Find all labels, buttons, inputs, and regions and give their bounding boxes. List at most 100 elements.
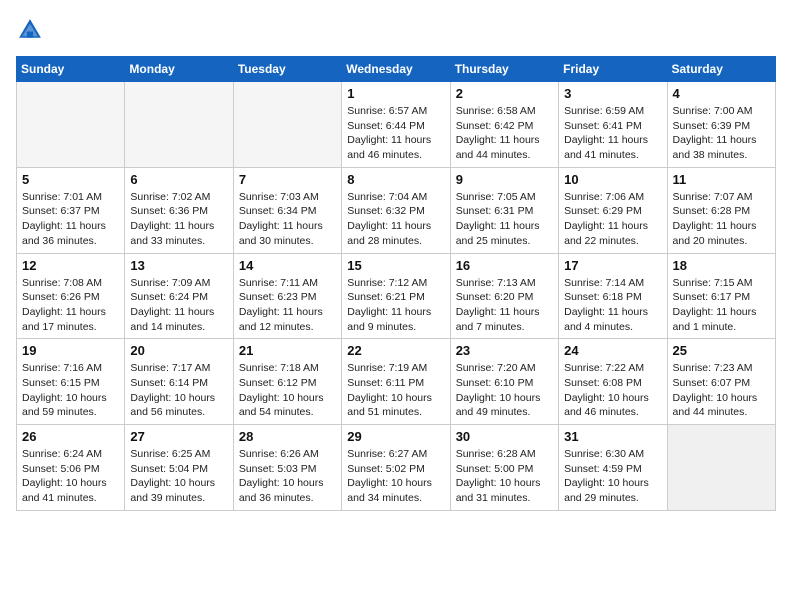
calendar-week-row: 19 Sunrise: 7:16 AM Sunset: 6:15 PM Dayli… [17, 339, 776, 425]
calendar-cell: 19 Sunrise: 7:16 AM Sunset: 6:15 PM Dayli… [17, 339, 125, 425]
day-info: Sunrise: 7:19 AM Sunset: 6:11 PM Dayligh… [347, 361, 444, 420]
calendar-cell: 17Sunrise: 7:14 AM Sunset: 6:18 PM Dayli… [559, 253, 667, 339]
calendar-cell: 3 Sunrise: 6:59 AM Sunset: 6:41 PM Daylig… [559, 82, 667, 168]
calendar-cell [667, 425, 775, 511]
calendar-cell: 4Sunrise: 7:00 AM Sunset: 6:39 PM Daylig… [667, 82, 775, 168]
day-number: 10 [564, 172, 661, 187]
day-info: Sunrise: 7:01 AM Sunset: 6:37 PM Dayligh… [22, 190, 119, 249]
day-number: 30 [456, 429, 553, 444]
calendar: SundayMondayTuesdayWednesdayThursdayFrid… [16, 56, 776, 511]
calendar-header-thursday: Thursday [450, 57, 558, 82]
day-number: 29 [347, 429, 444, 444]
day-number: 3 [564, 86, 661, 101]
day-info: Sunrise: 6:26 AM Sunset: 5:03 PM Dayligh… [239, 447, 336, 506]
calendar-cell: 24 Sunrise: 7:22 AM Sunset: 6:08 PM Dayli… [559, 339, 667, 425]
day-info: Sunrise: 7:06 AM Sunset: 6:29 PM Dayligh… [564, 190, 661, 249]
logo-icon [16, 16, 44, 44]
day-info: Sunrise: 7:13 AM Sunset: 6:20 PM Dayligh… [456, 276, 553, 335]
day-info: Sunrise: 6:59 AM Sunset: 6:41 PM Dayligh… [564, 104, 661, 163]
day-number: 20 [130, 343, 227, 358]
day-number: 23 [456, 343, 553, 358]
day-info: Sunrise: 7:16 AM Sunset: 6:15 PM Dayligh… [22, 361, 119, 420]
calendar-cell: 9 Sunrise: 7:05 AM Sunset: 6:31 PM Daylig… [450, 167, 558, 253]
calendar-header-sunday: Sunday [17, 57, 125, 82]
calendar-cell: 25 Sunrise: 7:23 AM Sunset: 6:07 PM Dayli… [667, 339, 775, 425]
calendar-cell: 6Sunrise: 7:02 AM Sunset: 6:36 PM Daylig… [125, 167, 233, 253]
calendar-cell: 12 Sunrise: 7:08 AM Sunset: 6:26 PM Dayli… [17, 253, 125, 339]
day-info: Sunrise: 7:09 AM Sunset: 6:24 PM Dayligh… [130, 276, 227, 335]
day-number: 9 [456, 172, 553, 187]
calendar-cell: 21 Sunrise: 7:18 AM Sunset: 6:12 PM Dayli… [233, 339, 341, 425]
day-number: 19 [22, 343, 119, 358]
day-info: Sunrise: 6:27 AM Sunset: 5:02 PM Dayligh… [347, 447, 444, 506]
calendar-cell: 31 Sunrise: 6:30 AM Sunset: 4:59 PM Dayli… [559, 425, 667, 511]
day-info: Sunrise: 6:30 AM Sunset: 4:59 PM Dayligh… [564, 447, 661, 506]
calendar-week-row: 1 Sunrise: 6:57 AM Sunset: 6:44 PM Daylig… [17, 82, 776, 168]
day-info: Sunrise: 7:22 AM Sunset: 6:08 PM Dayligh… [564, 361, 661, 420]
calendar-cell: 10 Sunrise: 7:06 AM Sunset: 6:29 PM Dayli… [559, 167, 667, 253]
day-info: Sunrise: 7:17 AM Sunset: 6:14 PM Dayligh… [130, 361, 227, 420]
day-info: Sunrise: 7:04 AM Sunset: 6:32 PM Dayligh… [347, 190, 444, 249]
calendar-cell: 8 Sunrise: 7:04 AM Sunset: 6:32 PM Daylig… [342, 167, 450, 253]
day-number: 22 [347, 343, 444, 358]
day-number: 17 [564, 258, 661, 273]
calendar-cell: 28 Sunrise: 6:26 AM Sunset: 5:03 PM Dayli… [233, 425, 341, 511]
calendar-cell: 15 Sunrise: 7:12 AM Sunset: 6:21 PM Dayli… [342, 253, 450, 339]
day-info: Sunrise: 7:07 AM Sunset: 6:28 PM Dayligh… [673, 190, 770, 249]
day-info: Sunrise: 7:08 AM Sunset: 6:26 PM Dayligh… [22, 276, 119, 335]
day-number: 2 [456, 86, 553, 101]
day-number: 25 [673, 343, 770, 358]
day-number: 21 [239, 343, 336, 358]
calendar-cell: 29 Sunrise: 6:27 AM Sunset: 5:02 PM Dayli… [342, 425, 450, 511]
day-info: Sunrise: 6:28 AM Sunset: 5:00 PM Dayligh… [456, 447, 553, 506]
day-info: Sunrise: 7:12 AM Sunset: 6:21 PM Dayligh… [347, 276, 444, 335]
day-number: 14 [239, 258, 336, 273]
day-number: 1 [347, 86, 444, 101]
day-info: Sunrise: 7:11 AM Sunset: 6:23 PM Dayligh… [239, 276, 336, 335]
day-number: 8 [347, 172, 444, 187]
calendar-cell [17, 82, 125, 168]
day-number: 27 [130, 429, 227, 444]
calendar-header-wednesday: Wednesday [342, 57, 450, 82]
calendar-cell: 18 Sunrise: 7:15 AM Sunset: 6:17 PM Dayli… [667, 253, 775, 339]
calendar-cell: 7Sunrise: 7:03 AM Sunset: 6:34 PM Daylig… [233, 167, 341, 253]
calendar-header-monday: Monday [125, 57, 233, 82]
day-info: Sunrise: 7:18 AM Sunset: 6:12 PM Dayligh… [239, 361, 336, 420]
calendar-week-row: 5Sunrise: 7:01 AM Sunset: 6:37 PM Daylig… [17, 167, 776, 253]
day-number: 18 [673, 258, 770, 273]
day-info: Sunrise: 7:05 AM Sunset: 6:31 PM Dayligh… [456, 190, 553, 249]
calendar-cell: 16 Sunrise: 7:13 AM Sunset: 6:20 PM Dayli… [450, 253, 558, 339]
calendar-cell: 5Sunrise: 7:01 AM Sunset: 6:37 PM Daylig… [17, 167, 125, 253]
calendar-cell [233, 82, 341, 168]
day-number: 28 [239, 429, 336, 444]
calendar-cell: 27 Sunrise: 6:25 AM Sunset: 5:04 PM Dayli… [125, 425, 233, 511]
day-info: Sunrise: 7:15 AM Sunset: 6:17 PM Dayligh… [673, 276, 770, 335]
day-info: Sunrise: 6:57 AM Sunset: 6:44 PM Dayligh… [347, 104, 444, 163]
calendar-week-row: 12 Sunrise: 7:08 AM Sunset: 6:26 PM Dayli… [17, 253, 776, 339]
calendar-week-row: 26 Sunrise: 6:24 AM Sunset: 5:06 PM Dayli… [17, 425, 776, 511]
day-number: 6 [130, 172, 227, 187]
calendar-header-saturday: Saturday [667, 57, 775, 82]
calendar-cell [125, 82, 233, 168]
calendar-header-row: SundayMondayTuesdayWednesdayThursdayFrid… [17, 57, 776, 82]
day-number: 24 [564, 343, 661, 358]
calendar-cell: 2Sunrise: 6:58 AM Sunset: 6:42 PM Daylig… [450, 82, 558, 168]
calendar-cell: 22 Sunrise: 7:19 AM Sunset: 6:11 PM Dayli… [342, 339, 450, 425]
day-info: Sunrise: 7:23 AM Sunset: 6:07 PM Dayligh… [673, 361, 770, 420]
calendar-cell: 1 Sunrise: 6:57 AM Sunset: 6:44 PM Daylig… [342, 82, 450, 168]
day-number: 15 [347, 258, 444, 273]
day-info: Sunrise: 7:20 AM Sunset: 6:10 PM Dayligh… [456, 361, 553, 420]
calendar-cell: 14 Sunrise: 7:11 AM Sunset: 6:23 PM Dayli… [233, 253, 341, 339]
day-info: Sunrise: 6:25 AM Sunset: 5:04 PM Dayligh… [130, 447, 227, 506]
calendar-cell: 26 Sunrise: 6:24 AM Sunset: 5:06 PM Dayli… [17, 425, 125, 511]
logo [16, 16, 48, 44]
day-number: 26 [22, 429, 119, 444]
day-info: Sunrise: 6:24 AM Sunset: 5:06 PM Dayligh… [22, 447, 119, 506]
day-info: Sunrise: 7:03 AM Sunset: 6:34 PM Dayligh… [239, 190, 336, 249]
day-number: 12 [22, 258, 119, 273]
calendar-cell: 13Sunrise: 7:09 AM Sunset: 6:24 PM Dayli… [125, 253, 233, 339]
day-number: 16 [456, 258, 553, 273]
day-number: 31 [564, 429, 661, 444]
calendar-cell: 20 Sunrise: 7:17 AM Sunset: 6:14 PM Dayli… [125, 339, 233, 425]
day-number: 11 [673, 172, 770, 187]
